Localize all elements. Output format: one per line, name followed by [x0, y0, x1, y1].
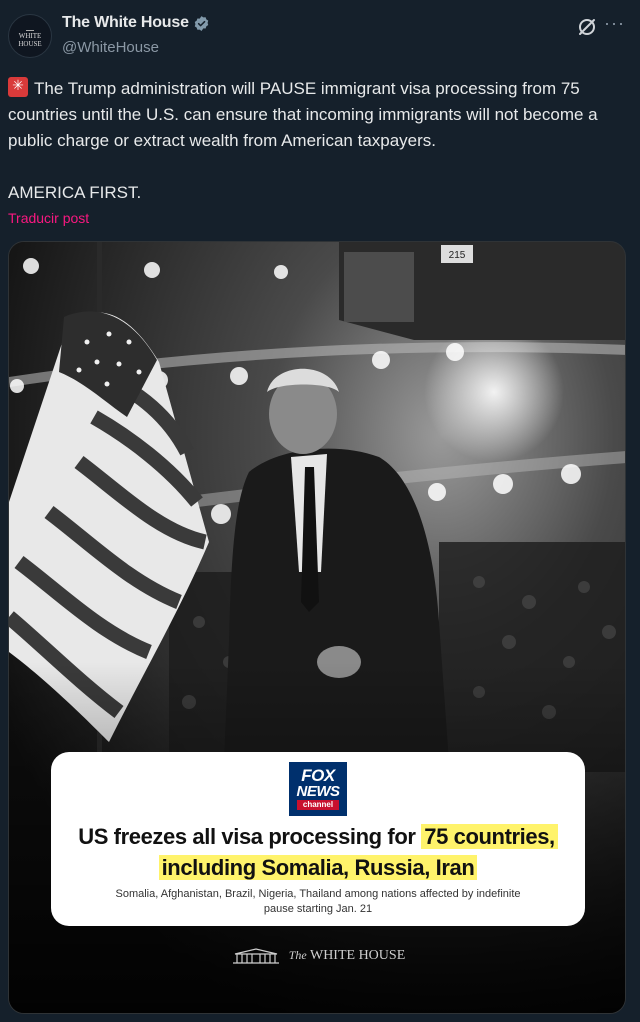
- name-row: The White House: [62, 14, 210, 32]
- news-subhead: Somalia, Afghanistan, Brazil, Nigeria, T…: [115, 888, 521, 915]
- tweet-header: WHITE HOUSE The White House @WhiteHouse …: [0, 0, 640, 70]
- white-house-footer: The WHITE HOUSE: [9, 948, 625, 964]
- translate-post-link[interactable]: Traducir post: [8, 210, 89, 226]
- fox-logo-line3: channel: [296, 800, 340, 810]
- grok-icon[interactable]: [576, 16, 598, 38]
- fox-news-logo: FOX NEWS channel: [289, 762, 347, 816]
- stage-sign: 215: [449, 250, 466, 261]
- seal-icon: [26, 25, 34, 31]
- footer-prefix: The: [288, 948, 307, 962]
- verified-badge-icon: [193, 15, 210, 32]
- fox-logo-line2: NEWS: [296, 783, 341, 800]
- avatar-text-1: WHITE: [18, 31, 42, 40]
- siren-icon: [8, 76, 28, 97]
- headline-plain: US freezes all visa processing for: [78, 824, 422, 849]
- display-name[interactable]: The White House: [62, 14, 189, 32]
- fox-logo-line1: FOX: [301, 766, 335, 785]
- headline-highlight-2: including Somalia, Russia, Iran: [158, 855, 478, 880]
- tweet-tagline: AMERICA FIRST.: [8, 183, 142, 202]
- avatar-text-2: HOUSE: [18, 39, 42, 48]
- footer-label: WHITE HOUSE: [309, 948, 406, 963]
- tweet-body: The Trump administration will PAUSE immi…: [8, 76, 632, 154]
- tweet-text: The Trump administration will PAUSE immi…: [8, 79, 598, 150]
- tweet-image[interactable]: 215 FOX NEWS channel US freezes all visa…: [8, 241, 626, 1014]
- news-card: FOX NEWS channel US freezes all visa pro…: [51, 752, 585, 926]
- news-headline: US freezes all visa processing for 75 co…: [51, 821, 585, 883]
- handle[interactable]: @WhiteHouse: [62, 39, 159, 56]
- headline-highlight-1: 75 countries,: [421, 824, 558, 849]
- more-options-icon[interactable]: ···: [604, 14, 630, 36]
- avatar[interactable]: WHITE HOUSE: [8, 14, 52, 58]
- white-house-building-icon: [232, 948, 279, 964]
